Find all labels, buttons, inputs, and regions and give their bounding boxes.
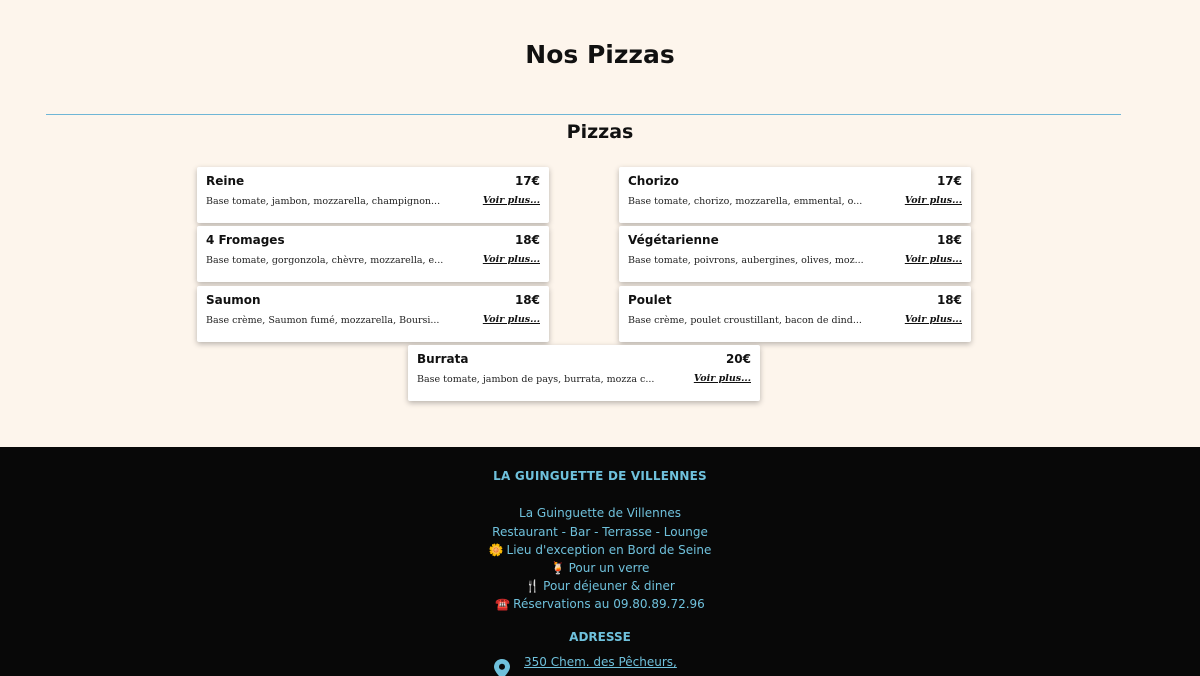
pizza-price: 17€: [936, 174, 962, 188]
address-link[interactable]: 350 Chem. des Pêcheurs,: [524, 655, 677, 669]
footer-line-text: Lieu d'exception en Bord de Seine: [506, 543, 712, 557]
footer-line-text: Pour un verre: [568, 561, 650, 575]
pizza-price: 20€: [725, 352, 751, 366]
fork-knife-icon: 🍴: [525, 579, 541, 593]
footer-line-location: 🌼 Lieu d'exception en Bord de Seine: [0, 543, 1200, 557]
pizza-price: 18€: [514, 233, 540, 247]
voir-plus-link[interactable]: Voir plus...: [905, 254, 962, 265]
pizza-price: 18€: [936, 293, 962, 307]
section-title: Pizzas: [566, 121, 634, 143]
pizza-name: Végétarienne: [628, 233, 719, 247]
flower-icon: 🌼: [488, 543, 504, 557]
footer-line-reservation: ☎️ Réservations au 09.80.89.72.96: [0, 597, 1200, 611]
pizza-price: 17€: [514, 174, 540, 188]
footer-line-tagline: Restaurant - Bar - Terrasse - Lounge: [0, 525, 1200, 539]
footer-line-text: Pour déjeuner & diner: [543, 579, 675, 593]
address-title: ADRESSE: [569, 630, 631, 644]
telephone-icon: ☎️: [495, 597, 511, 611]
location-pin-icon: [494, 659, 510, 676]
voir-plus-link[interactable]: Voir plus...: [483, 195, 540, 206]
pizza-card-vegetarienne[interactable]: Végétarienne 18€ Base tomate, poivrons, …: [619, 226, 971, 282]
divider: [46, 114, 1121, 115]
voir-plus-link[interactable]: Voir plus...: [905, 195, 962, 206]
footer-line-name: La Guinguette de Villennes: [0, 506, 1200, 520]
footer-line-text: Restaurant - Bar - Terrasse - Lounge: [492, 525, 708, 539]
pizza-name: Reine: [206, 174, 245, 188]
pizza-description: Base tomate, poivrons, aubergines, olive…: [628, 255, 864, 266]
pizza-name: Burrata: [417, 352, 469, 366]
pizza-description: Base tomate, jambon, mozzarella, champig…: [206, 196, 441, 207]
cocktail-icon: 🍹: [550, 561, 566, 575]
voir-plus-link[interactable]: Voir plus...: [483, 254, 540, 265]
footer: LA GUINGUETTE DE VILLENNES La Guinguette…: [0, 447, 1200, 676]
pizza-name: Chorizo: [628, 174, 679, 188]
footer-title: LA GUINGUETTE DE VILLENNES: [493, 469, 707, 483]
voir-plus-link[interactable]: Voir plus...: [905, 314, 962, 325]
pizza-description: Base crème, poulet croustillant, bacon d…: [628, 315, 862, 326]
pizza-card-saumon[interactable]: Saumon 18€ Base crème, Saumon fumé, mozz…: [197, 286, 549, 342]
pizza-description: Base tomate, jambon de pays, burrata, mo…: [417, 374, 655, 385]
footer-line-text: Réservations au 09.80.89.72.96: [513, 597, 705, 611]
pizza-description: Base crème, Saumon fumé, mozzarella, Bou…: [206, 315, 440, 326]
pizza-description: Base tomate, chorizo, mozzarella, emment…: [628, 196, 863, 207]
pizza-price: 18€: [936, 233, 962, 247]
footer-line-text: La Guinguette de Villennes: [519, 506, 681, 520]
pizza-card-reine[interactable]: Reine 17€ Base tomate, jambon, mozzarell…: [197, 167, 549, 223]
voir-plus-link[interactable]: Voir plus...: [694, 373, 751, 384]
footer-line-drink: 🍹 Pour un verre: [0, 561, 1200, 575]
pizza-card-burrata[interactable]: Burrata 20€ Base tomate, jambon de pays,…: [408, 345, 760, 401]
page-title: Nos Pizzas: [525, 40, 675, 69]
pizza-name: Poulet: [628, 293, 672, 307]
pizza-name: 4 Fromages: [206, 233, 285, 247]
pizza-card-poulet[interactable]: Poulet 18€ Base crème, poulet croustilla…: [619, 286, 971, 342]
pizza-card-4-fromages[interactable]: 4 Fromages 18€ Base tomate, gorgonzola, …: [197, 226, 549, 282]
pizza-name: Saumon: [206, 293, 261, 307]
page: Nos Pizzas Pizzas Reine 17€ Base tomate,…: [0, 0, 1200, 676]
footer-line-meal: 🍴 Pour déjeuner & diner: [0, 579, 1200, 593]
pizza-card-chorizo[interactable]: Chorizo 17€ Base tomate, chorizo, mozzar…: [619, 167, 971, 223]
pizza-description: Base tomate, gorgonzola, chèvre, mozzare…: [206, 255, 444, 266]
pizza-price: 18€: [514, 293, 540, 307]
voir-plus-link[interactable]: Voir plus...: [483, 314, 540, 325]
